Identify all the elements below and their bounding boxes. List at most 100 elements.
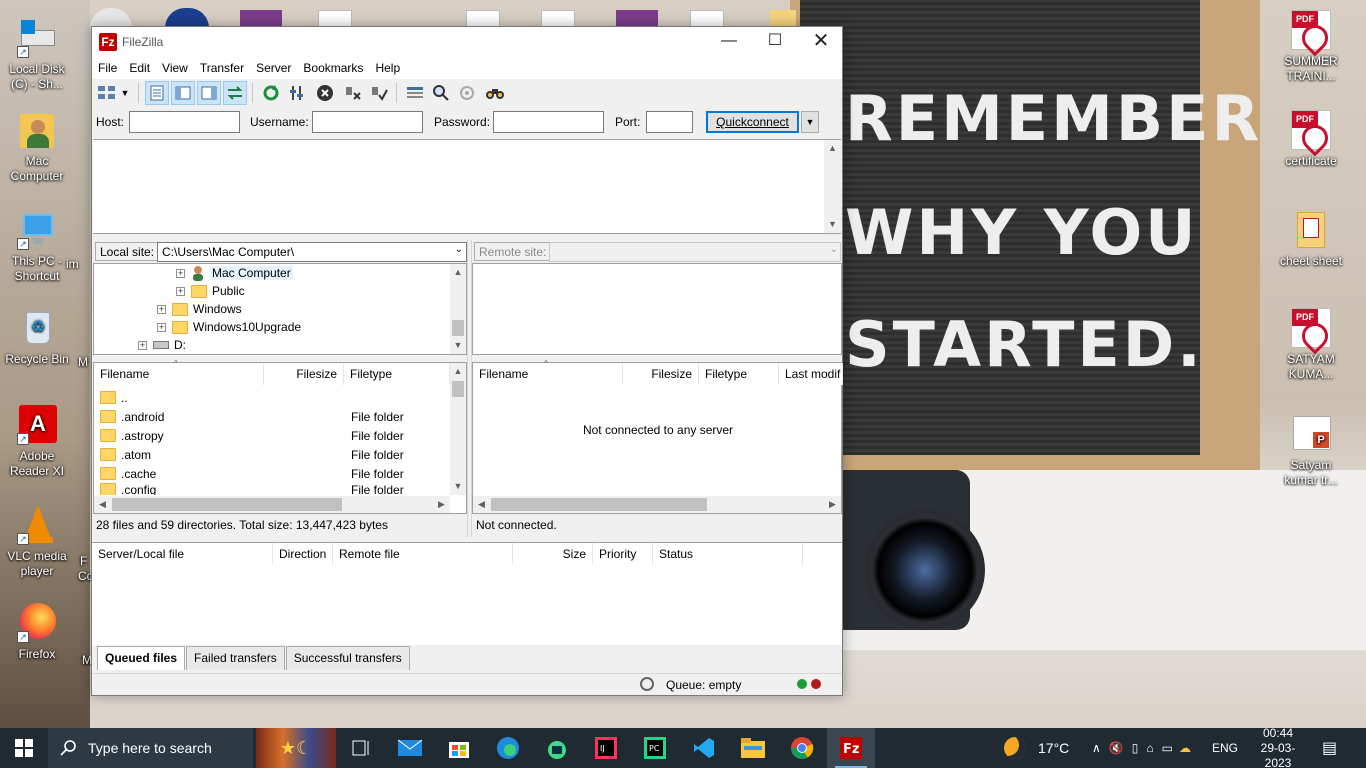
file-row[interactable]: .config File folder (100, 483, 450, 495)
tree-item-windows10upgrade[interactable]: + Windows10Upgrade (157, 318, 301, 336)
expand-icon[interactable]: + (157, 322, 166, 332)
expand-icon[interactable]: + (138, 340, 147, 350)
menu-transfer[interactable]: Transfer (194, 57, 250, 79)
tree-item-mac-computer[interactable]: + Mac Computer (176, 264, 293, 282)
desktop-icon-summer-training[interactable]: SUMMER TRAINI... (1274, 10, 1348, 84)
scroll-right-arrow[interactable]: ▶ (433, 496, 450, 513)
column-server-local-file[interactable]: Server/Local file (92, 543, 273, 565)
column-priority[interactable]: Priority (593, 543, 653, 565)
scroll-up-arrow[interactable]: ▲ (450, 264, 466, 281)
chevron-up-icon[interactable]: ∧ (1092, 741, 1101, 755)
menu-help[interactable]: Help (369, 57, 406, 79)
chevron-down-icon[interactable]: ⌄ (830, 244, 838, 255)
scroll-left-arrow[interactable]: ◀ (94, 496, 111, 513)
scroll-thumb[interactable] (112, 498, 342, 511)
desktop-icon-this-pc[interactable]: ↗ This PC - Shortcut (0, 210, 74, 284)
chrome-icon[interactable] (778, 728, 826, 768)
file-row[interactable]: .. (100, 388, 450, 407)
message-log-scrollbar[interactable]: ▲ ▼ (824, 140, 841, 233)
process-queue-icon[interactable] (285, 81, 309, 105)
column-filename[interactable]: Filename (94, 363, 264, 385)
site-manager-dropdown-icon[interactable]: ▼ (119, 81, 131, 105)
remote-directory-tree[interactable] (472, 263, 842, 355)
menu-edit[interactable]: Edit (123, 57, 156, 79)
transfer-queue[interactable]: Server/Local file Direction Remote file … (92, 542, 842, 645)
volume-icon[interactable]: 🔇 (1109, 741, 1124, 755)
synchronized-browsing-icon[interactable] (455, 81, 479, 105)
column-status[interactable]: Status (653, 543, 803, 565)
battery-icon[interactable]: ▭ (1162, 741, 1173, 755)
scroll-thumb[interactable] (452, 381, 464, 397)
expand-icon[interactable]: + (176, 286, 185, 296)
message-log[interactable]: ▲ ▼ (93, 139, 841, 234)
remote-site-path[interactable] (549, 242, 841, 262)
vscode-icon[interactable] (680, 728, 728, 768)
desktop-icon-cheet-sheet[interactable]: cheet sheet (1274, 210, 1348, 269)
edge-icon[interactable] (484, 728, 532, 768)
search-remote-files-icon[interactable] (483, 81, 507, 105)
desktop-icon-adobe-reader[interactable]: A ↗ Adobe Reader XI (0, 405, 74, 479)
file-row[interactable]: .android File folder (100, 407, 450, 426)
desktop-icon-recycle-bin[interactable]: ♻ Recycle Bin (0, 308, 74, 367)
local-tree-scrollbar[interactable]: ▲ ▼ (450, 264, 466, 354)
local-directory-tree[interactable]: + Mac Computer + Public + Windows + Wind… (93, 263, 467, 355)
scroll-left-arrow[interactable]: ◀ (473, 496, 490, 513)
onedrive-icon[interactable]: ☁ (1179, 741, 1191, 755)
widgets-icon[interactable]: ★☾ (256, 728, 336, 768)
notifications-icon[interactable]: ▤ (1322, 728, 1337, 768)
column-filename[interactable]: Filename (473, 363, 623, 385)
chevron-down-icon[interactable]: ⌄ (455, 244, 463, 255)
toggle-transfer-queue-icon[interactable] (223, 81, 247, 105)
phone-link-icon[interactable]: ▯ (1132, 741, 1139, 755)
toggle-message-log-icon[interactable] (145, 81, 169, 105)
cancel-operation-icon[interactable] (313, 81, 337, 105)
filezilla-icon[interactable]: Fz (827, 728, 875, 768)
remote-file-list[interactable]: Filename ^ Filesize Filetype Last modif … (472, 359, 843, 514)
desktop-icon-satyam-kumar[interactable]: SATYAM KUMA... (1274, 308, 1348, 382)
quickconnect-button[interactable]: Quickconnect (706, 111, 799, 133)
expand-icon[interactable]: + (157, 304, 166, 314)
desktop-icon-mac-computer[interactable]: Mac Computer (0, 110, 74, 184)
android-studio-icon[interactable] (533, 728, 581, 768)
password-input[interactable] (493, 111, 604, 133)
local-file-list[interactable]: Filename ^ Filesize Filetype .. .android… (93, 359, 467, 514)
language-indicator[interactable]: ENG (1212, 728, 1238, 768)
refresh-icon[interactable] (259, 81, 283, 105)
tab-successful-transfers[interactable]: Successful transfers (285, 646, 410, 670)
host-input[interactable] (129, 111, 240, 133)
pycharm-icon[interactable]: PC (631, 728, 679, 768)
column-size[interactable]: Size (513, 543, 593, 565)
local-site-path[interactable]: C:\Users\Mac Computer\ (157, 242, 467, 262)
remote-files-hscrollbar[interactable]: ◀ ▶ (473, 496, 841, 513)
reconnect-icon[interactable] (367, 81, 391, 105)
column-filesize[interactable]: Filesize (264, 363, 344, 385)
scroll-up-arrow[interactable]: ▲ (450, 363, 466, 380)
title-bar[interactable]: Fz FileZilla — ☐ ✕ (92, 27, 842, 57)
column-filesize[interactable]: Filesize (623, 363, 699, 385)
local-files-hscrollbar[interactable]: ◀ ▶ (94, 496, 450, 513)
weather-widget[interactable]: 17°C (1004, 728, 1069, 768)
desktop-icon-satyam-ppt[interactable]: P Satyam kumar tr... (1274, 414, 1348, 488)
file-row[interactable]: .atom File folder (100, 445, 450, 464)
file-row[interactable]: .cache File folder (100, 464, 450, 483)
mail-icon[interactable] (386, 728, 434, 768)
expand-icon[interactable]: + (176, 268, 185, 278)
site-manager-icon[interactable] (95, 81, 119, 105)
tree-item-windows[interactable]: + Windows (157, 300, 242, 318)
scroll-down-arrow[interactable]: ▼ (450, 478, 466, 495)
scroll-thumb[interactable] (452, 320, 464, 336)
intellij-icon[interactable]: IJ (582, 728, 630, 768)
file-explorer-icon[interactable] (729, 728, 777, 768)
toggle-local-tree-icon[interactable] (171, 81, 195, 105)
menu-file[interactable]: File (92, 57, 123, 79)
close-button[interactable]: ✕ (798, 27, 844, 57)
column-remote-file[interactable]: Remote file (333, 543, 513, 565)
compare-directories-icon[interactable] (429, 81, 453, 105)
start-button[interactable] (0, 728, 48, 768)
file-row[interactable]: .astropy File folder (100, 426, 450, 445)
tree-item-d-drive[interactable]: + D: (138, 336, 186, 354)
desktop-icon-local-disk[interactable]: ↗ Local Disk (C) - Sh... (0, 18, 74, 92)
taskbar-search[interactable]: Type here to search (48, 728, 253, 768)
desktop-icon-certificate[interactable]: certificate (1274, 110, 1348, 169)
store-icon[interactable] (435, 728, 483, 768)
